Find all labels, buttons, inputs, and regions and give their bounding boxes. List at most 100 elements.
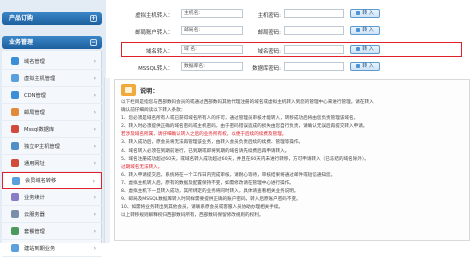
sidebar-section-business[interactable]: 业务管理 − xyxy=(2,36,102,49)
notice-header: 说明： xyxy=(121,84,159,96)
sidebar-item-transfer[interactable]: 会员域名转移 › xyxy=(2,172,102,189)
sidebar-item-label: 云服务器 xyxy=(24,211,45,218)
notice-line: 以下栏目是指您与西部数码会员的或通过西部数码其他代理注册的域名或虚拟主机转入到您… xyxy=(121,100,374,105)
domain-password-input[interactable] xyxy=(284,45,344,54)
mssql-password-label: 数据库密码: xyxy=(252,66,281,72)
info-icon xyxy=(121,84,136,96)
notice-body: 以下栏目是指您与西部数码会员的或通过西部数码其他代理注册的域名或虚拟主机转入到您… xyxy=(121,99,463,220)
expand-icon[interactable]: + xyxy=(90,15,97,22)
chevron-right-icon: › xyxy=(93,126,96,133)
chevron-right-icon: › xyxy=(93,245,96,252)
sidebar-item-label: 业务续计 xyxy=(24,194,45,201)
notice-line: 1、您必须是域名所有人或已获得域名所有人的许可，通过管理员审核才能转入，转移成功… xyxy=(121,116,359,122)
mssql-transfer-button[interactable]: 转 入 xyxy=(350,62,380,71)
button-label: 转 入 xyxy=(362,46,374,52)
arrow-icon xyxy=(356,63,361,68)
database-icon xyxy=(11,125,19,133)
hosting-transfer-button[interactable]: 转 入 xyxy=(350,9,380,18)
domain-password-label: 域名密码: xyxy=(257,49,281,55)
notice-line: 以上转移规则解释权归西部数码所有，西部数码保留修改规则的权利。 xyxy=(121,213,264,219)
chevron-right-icon: › xyxy=(92,178,95,185)
chevron-right-icon: › xyxy=(93,109,96,116)
mail-transfer-label: 邮局账户转入： xyxy=(135,30,173,36)
notice-line: 8、虚拟主机下一旦转入成功，其所绑定的业务将同时转入，具体请查看相关业务说明。 xyxy=(121,189,299,195)
notice-line: 5、域名注册成功超过60天，或域名转入成功超过60天，并且在60天内未进行转移，… xyxy=(121,156,369,162)
mail-password-input[interactable] xyxy=(284,26,344,35)
server-icon xyxy=(11,142,19,150)
button-label: 转 入 xyxy=(362,10,374,16)
arrow-icon xyxy=(356,27,361,32)
hosting-transfer-label: 虚拟主机转入： xyxy=(135,13,173,19)
hosting-password-label: 主机密码: xyxy=(257,13,281,19)
sidebar-item-label: 通用网址 xyxy=(24,160,45,167)
sidebar-item-mail[interactable]: 邮局管理 › xyxy=(2,104,102,121)
mssql-transfer-label: MSSQL转入： xyxy=(138,66,173,72)
mssql-password-input[interactable] xyxy=(284,62,344,71)
keyword-icon xyxy=(11,159,19,167)
mail-transfer-button[interactable]: 转 入 xyxy=(350,26,380,35)
mail-password-label: 邮局密码: xyxy=(257,30,281,36)
notice-panel: 说明： 以下栏目是指您与西部数码会员的或通过西部数码其他代理注册的域名或虚拟主机… xyxy=(114,79,470,241)
package-icon xyxy=(11,227,19,235)
sidebar-item-keyword[interactable]: 通用网址 › xyxy=(2,155,102,172)
mail-icon xyxy=(11,108,19,116)
collapse-icon[interactable]: − xyxy=(90,39,97,46)
sidebar: 产品订购 + 业务管理 − 域名管理 › 虚拟主机管理 › CDN管理 › 邮局… xyxy=(0,0,110,257)
chevron-right-icon: › xyxy=(93,143,96,150)
sidebar-item-mssql[interactable]: Mssql数据库 › xyxy=(2,121,102,138)
sidebar-item-label: 域名管理 xyxy=(24,58,45,65)
sidebar-item-hosting[interactable]: 虚拟主机管理 › xyxy=(2,70,102,87)
notice-line: 3、转入成功后，原会员将无法再管理该业务，由转入会员负责后续的续费、管理等操作。 xyxy=(121,140,304,146)
notice-line: 6、转入申请提交后，系统将在一个工作日内完成审核，请耐心等待，审核结果将通过邮件… xyxy=(121,172,336,178)
sidebar-item-label: Mssql数据库 xyxy=(24,126,55,133)
sidebar-item-package[interactable]: 套餐管理 › xyxy=(2,223,102,240)
sidebar-item-label: 虚拟主机管理 xyxy=(24,75,56,82)
notice-line: 4、域名转入必须在到期前进行，已到期或即将到期的域名请先续费后再申请转入。 xyxy=(121,148,290,154)
notice-line: 10、如需将业务转出到其他会员，请联系原会员或客服人员协助办理相关手续。 xyxy=(121,205,284,211)
notice-line: 7、虚拟主机转入后，原有的数据及配置保持不变，如需修改请在管理中心进行操作。 xyxy=(121,180,294,186)
sidebar-section-business-title: 业务管理 xyxy=(9,39,34,46)
cloud-server-icon xyxy=(11,210,19,218)
chevron-right-icon: › xyxy=(93,194,96,201)
cdn-icon xyxy=(11,91,19,99)
sidebar-item-renew[interactable]: 业务续计 › xyxy=(2,189,102,206)
transfer-icon xyxy=(12,176,20,185)
notice-line: 2、转入时必须提供正确的域名密码或主机密码，由于密码错误造成的损失由您自行负责，… xyxy=(121,124,368,130)
chevron-right-icon: › xyxy=(93,75,96,82)
site-icon xyxy=(11,244,19,252)
domain-transfer-button[interactable]: 转 入 xyxy=(350,45,380,54)
arrow-icon xyxy=(356,46,361,51)
chevron-right-icon: › xyxy=(93,92,96,99)
domain-transfer-label: 域名转入： xyxy=(146,49,173,55)
hosting-password-input[interactable] xyxy=(284,9,344,18)
sidebar-scrollbar[interactable] xyxy=(104,78,110,243)
sidebar-item-label: 会员域名转移 xyxy=(25,178,57,184)
button-label: 转 入 xyxy=(362,27,374,33)
hosting-icon xyxy=(11,74,19,82)
domain-icon xyxy=(11,57,19,65)
sidebar-section-products[interactable]: 产品订购 + xyxy=(2,12,102,25)
notice-line: 若涉及域名所属，请仔细确认转入之后的业务所有权，以便于后续的续费及管理。 xyxy=(121,132,287,138)
chevron-right-icon: › xyxy=(93,160,96,167)
notice-line: 9、邮局及MSSQL数据库转入时同样需要提供正确的账户密码，转入后原账户密码不变… xyxy=(121,197,301,203)
notice-line: 确认前仔细阅读以下转入条款： xyxy=(121,108,186,114)
button-label: 转 入 xyxy=(362,63,374,69)
sidebar-item-label: 套餐管理 xyxy=(24,228,45,235)
sidebar-item-dedicated-ip[interactable]: 独立IP主机管理 › xyxy=(2,138,102,155)
sidebar-item-label: 邮局管理 xyxy=(24,109,45,116)
renew-icon xyxy=(11,193,19,201)
sidebar-item-label: 建站到期业务 xyxy=(24,245,56,252)
sidebar-item-cloud-server[interactable]: 云服务器 › xyxy=(2,206,102,223)
sidebar-item-cdn[interactable]: CDN管理 › xyxy=(2,87,102,104)
chevron-right-icon: › xyxy=(93,228,96,235)
sidebar-menu: 域名管理 › 虚拟主机管理 › CDN管理 › 邮局管理 › Mssql数据库 … xyxy=(2,51,102,257)
chevron-right-icon: › xyxy=(93,58,96,65)
arrow-icon xyxy=(356,10,361,15)
notice-title: 说明： xyxy=(140,87,159,95)
chevron-right-icon: › xyxy=(93,211,96,218)
sidebar-item-label: CDN管理 xyxy=(24,92,46,99)
notice-line: 过期域名无法转入。 xyxy=(121,164,163,170)
sidebar-item-label: 独立IP主机管理 xyxy=(24,143,60,150)
sidebar-section-products-title: 产品订购 xyxy=(9,15,34,22)
sidebar-item-domain[interactable]: 域名管理 › xyxy=(2,53,102,70)
